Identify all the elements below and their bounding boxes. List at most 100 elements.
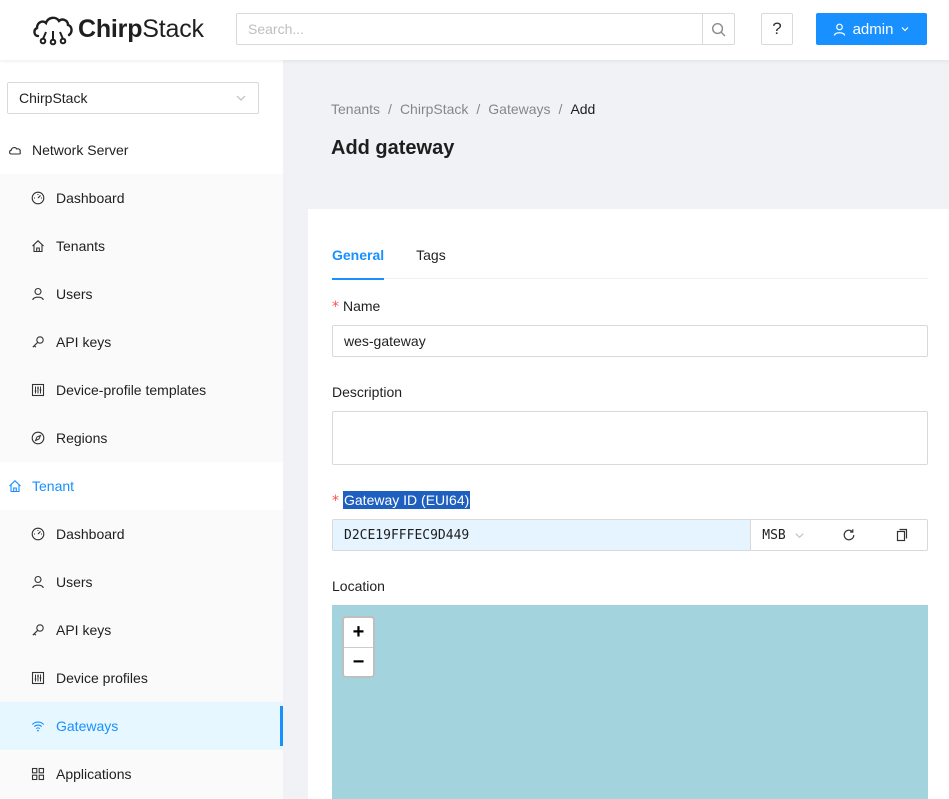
sidebar-item-tenant-api-keys[interactable]: API keys bbox=[0, 606, 283, 654]
sidebar-item-label: Dashboard bbox=[56, 190, 125, 206]
user-icon bbox=[31, 287, 45, 301]
gateway-form-card: General Tags * Name wes-gateway Descripti… bbox=[308, 209, 949, 799]
sidebar-item-device-profiles[interactable]: Device profiles bbox=[0, 654, 283, 702]
gateway-id-label: * Gateway ID (EUI64) bbox=[332, 491, 471, 509]
copy-eui-button[interactable] bbox=[875, 520, 927, 550]
search-button[interactable] bbox=[702, 14, 734, 44]
sidebar-item-tenant-users[interactable]: Users bbox=[0, 558, 283, 606]
map-zoom-control: + − bbox=[342, 616, 375, 678]
sidebar-item-tenant-dashboard[interactable]: Dashboard bbox=[0, 510, 283, 558]
sidebar-item-device-profile-templates[interactable]: Device-profile templates bbox=[0, 366, 283, 414]
sidebar-item-tenants[interactable]: Tenants bbox=[0, 222, 283, 270]
tab-tags[interactable]: Tags bbox=[416, 237, 446, 279]
chevron-down-icon bbox=[901, 27, 909, 32]
sidebar-item-label: Users bbox=[56, 286, 93, 302]
sidebar-item-label: Applications bbox=[56, 766, 132, 782]
zoom-out-button[interactable]: − bbox=[344, 647, 373, 676]
breadcrumb-add: Add bbox=[570, 101, 596, 117]
breadcrumb-gateways[interactable]: Gateways bbox=[488, 101, 550, 117]
apps-grid-icon bbox=[31, 767, 45, 781]
menu-group-network-server[interactable]: Network Server bbox=[0, 126, 283, 174]
sidebar-item-label: Tenants bbox=[56, 238, 106, 254]
byte-order-select[interactable]: MSB bbox=[751, 520, 823, 550]
sidebar-item-ns-dashboard[interactable]: Dashboard bbox=[0, 174, 283, 222]
description-label: Description bbox=[332, 384, 403, 400]
tenant-select[interactable]: ChirpStack bbox=[7, 82, 259, 114]
sidebar: ChirpStack Network Server Dashboard Tena… bbox=[0, 60, 283, 799]
sidebar-item-label: Regions bbox=[56, 430, 108, 446]
zoom-in-button[interactable]: + bbox=[344, 618, 373, 647]
sliders-icon bbox=[31, 671, 45, 685]
search-input[interactable] bbox=[237, 14, 702, 44]
chevron-down-icon bbox=[795, 532, 804, 538]
gateway-id-value: D2CE19FFFEC9D449 bbox=[344, 527, 470, 543]
chirpstack-logo[interactable]: ChirpStack bbox=[32, 12, 204, 46]
name-value: wes-gateway bbox=[344, 333, 426, 349]
location-label: Location bbox=[332, 578, 385, 594]
sidebar-item-label: Dashboard bbox=[56, 526, 125, 542]
global-search bbox=[236, 13, 735, 45]
breadcrumb-separator: / bbox=[476, 101, 481, 117]
sidebar-item-label: Gateways bbox=[56, 718, 119, 734]
page-title: Add gateway bbox=[331, 137, 455, 159]
help-label: ? bbox=[772, 19, 782, 38]
gateway-id-label-text: Gateway ID (EUI64) bbox=[343, 491, 471, 509]
name-field[interactable]: wes-gateway bbox=[332, 325, 928, 357]
chevron-down-icon bbox=[236, 95, 246, 101]
sidebar-item-gateways[interactable]: Gateways bbox=[0, 702, 283, 750]
network-server-submenu: Dashboard Tenants Users API keys Device-… bbox=[0, 174, 283, 462]
dashboard-icon bbox=[31, 191, 45, 205]
byte-order-value: MSB bbox=[762, 527, 786, 543]
form-tabs: General Tags bbox=[332, 237, 928, 280]
sidebar-menu: Network Server Dashboard Tenants Users A… bbox=[0, 126, 283, 798]
sidebar-item-label: Users bbox=[56, 574, 93, 590]
compass-icon bbox=[31, 431, 45, 445]
cloud-icon bbox=[8, 143, 22, 157]
sidebar-item-label: Device-profile templates bbox=[56, 382, 207, 398]
sidebar-item-regions[interactable]: Regions bbox=[0, 414, 283, 462]
description-field[interactable] bbox=[332, 411, 928, 465]
location-map[interactable]: + − bbox=[332, 605, 928, 799]
sidebar-item-ns-users[interactable]: Users bbox=[0, 270, 283, 318]
tab-general[interactable]: General bbox=[332, 237, 385, 280]
refresh-icon bbox=[843, 529, 855, 541]
wifi-icon bbox=[31, 719, 45, 733]
generate-eui-button[interactable] bbox=[823, 520, 875, 550]
breadcrumb-tenants[interactable]: Tenants bbox=[331, 101, 380, 117]
gateway-id-input-group: D2CE19FFFEC9D449 MSB bbox=[332, 519, 928, 551]
logo-text: ChirpStack bbox=[78, 14, 204, 43]
search-icon bbox=[711, 22, 726, 36]
sidebar-item-label: API keys bbox=[56, 622, 112, 638]
tenant-submenu: Dashboard Users API keys Device profiles… bbox=[0, 510, 283, 798]
top-header: ChirpStack ? admin bbox=[0, 0, 949, 60]
key-icon bbox=[31, 335, 45, 349]
name-label: * Name bbox=[332, 298, 381, 315]
chirpstack-logo-icon bbox=[33, 16, 73, 46]
required-mark: * bbox=[332, 493, 339, 509]
tenant-select-value: ChirpStack bbox=[19, 90, 88, 106]
sidebar-item-label: API keys bbox=[56, 334, 112, 350]
sidebar-item-label: Device profiles bbox=[56, 670, 148, 686]
required-mark: * bbox=[332, 299, 339, 315]
home-icon bbox=[31, 239, 45, 253]
copy-icon bbox=[896, 528, 908, 542]
sliders-icon bbox=[31, 383, 45, 397]
user-menu-button[interactable]: admin bbox=[816, 13, 927, 45]
gateway-id-field[interactable]: D2CE19FFFEC9D449 bbox=[333, 520, 752, 550]
help-button[interactable]: ? bbox=[761, 13, 793, 45]
menu-group-label: Tenant bbox=[32, 478, 75, 494]
menu-group-tenant[interactable]: Tenant bbox=[0, 462, 283, 510]
breadcrumb-separator: / bbox=[558, 101, 563, 117]
sidebar-item-ns-api-keys[interactable]: API keys bbox=[0, 318, 283, 366]
key-icon bbox=[31, 623, 45, 637]
user-name: admin bbox=[852, 20, 894, 38]
breadcrumb-chirpstack[interactable]: ChirpStack bbox=[400, 101, 468, 117]
breadcrumb: Tenants / ChirpStack / Gateways / Add bbox=[331, 101, 595, 117]
sidebar-item-applications[interactable]: Applications bbox=[0, 750, 283, 798]
menu-group-label: Network Server bbox=[32, 142, 129, 158]
home-icon bbox=[8, 479, 22, 493]
user-icon bbox=[833, 23, 845, 36]
dashboard-icon bbox=[31, 527, 45, 541]
breadcrumb-separator: / bbox=[388, 101, 392, 117]
user-icon bbox=[31, 575, 45, 589]
